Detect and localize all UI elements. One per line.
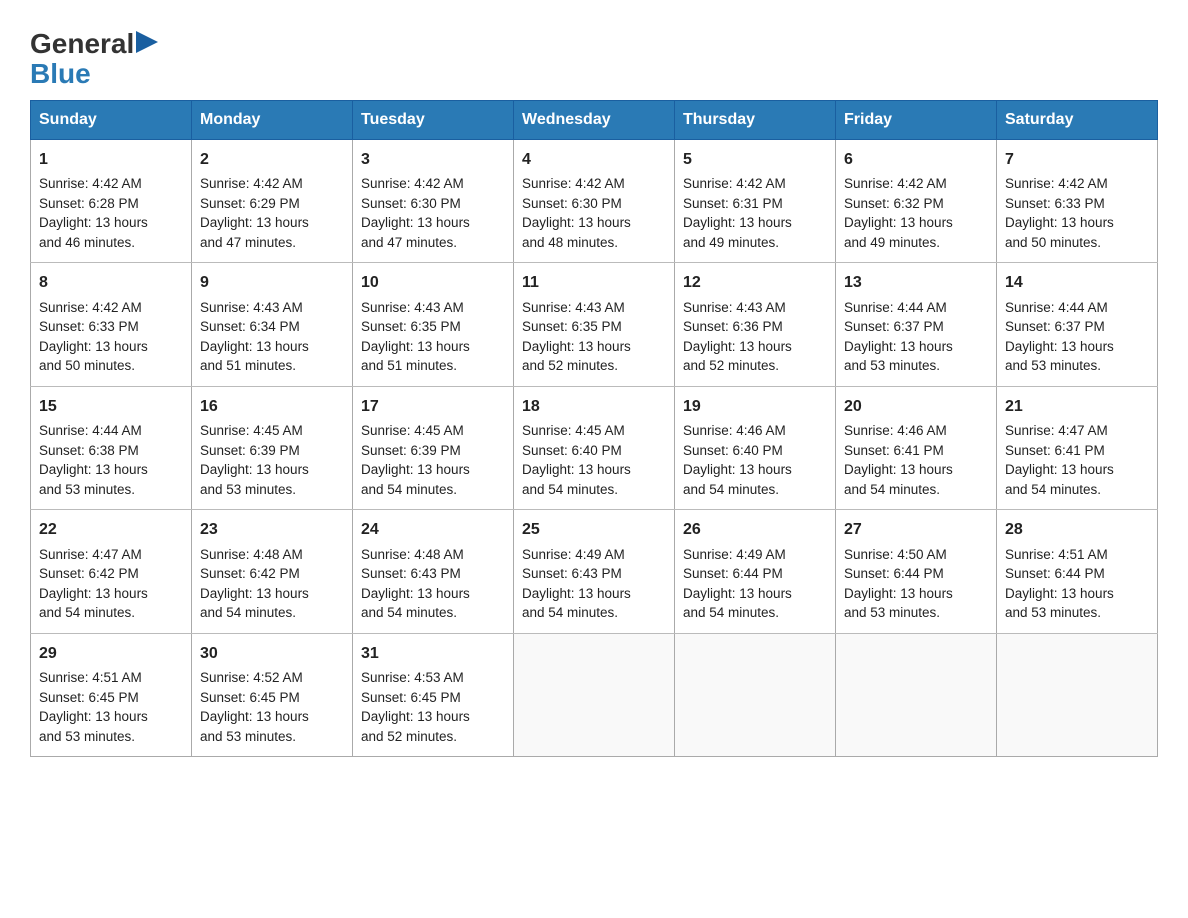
- logo-blue: Blue: [30, 58, 91, 89]
- day-number: 24: [361, 518, 505, 541]
- day-number: 13: [844, 271, 988, 294]
- calendar-cell: 25Sunrise: 4:49 AMSunset: 6:43 PMDayligh…: [514, 510, 675, 633]
- calendar-header-wednesday: Wednesday: [514, 101, 675, 140]
- day-number: 19: [683, 395, 827, 418]
- logo-arrow-icon: [136, 31, 158, 53]
- day-number: 7: [1005, 148, 1149, 171]
- day-number: 3: [361, 148, 505, 171]
- calendar-cell: 11Sunrise: 4:43 AMSunset: 6:35 PMDayligh…: [514, 263, 675, 386]
- day-number: 21: [1005, 395, 1149, 418]
- day-number: 29: [39, 642, 183, 665]
- calendar-header-sunday: Sunday: [31, 101, 192, 140]
- day-number: 10: [361, 271, 505, 294]
- day-number: 8: [39, 271, 183, 294]
- calendar-cell: 6Sunrise: 4:42 AMSunset: 6:32 PMDaylight…: [836, 140, 997, 263]
- calendar-header-monday: Monday: [192, 101, 353, 140]
- calendar-header-tuesday: Tuesday: [353, 101, 514, 140]
- calendar-cell: 16Sunrise: 4:45 AMSunset: 6:39 PMDayligh…: [192, 386, 353, 509]
- day-number: 22: [39, 518, 183, 541]
- calendar-cell: 4Sunrise: 4:42 AMSunset: 6:30 PMDaylight…: [514, 140, 675, 263]
- calendar-cell: 18Sunrise: 4:45 AMSunset: 6:40 PMDayligh…: [514, 386, 675, 509]
- day-number: 20: [844, 395, 988, 418]
- day-number: 11: [522, 271, 666, 294]
- calendar-week-row: 22Sunrise: 4:47 AMSunset: 6:42 PMDayligh…: [31, 510, 1158, 633]
- calendar-cell: 23Sunrise: 4:48 AMSunset: 6:42 PMDayligh…: [192, 510, 353, 633]
- calendar-cell: 26Sunrise: 4:49 AMSunset: 6:44 PMDayligh…: [675, 510, 836, 633]
- calendar-table: SundayMondayTuesdayWednesdayThursdayFrid…: [30, 100, 1158, 757]
- calendar-cell: [514, 633, 675, 756]
- calendar-header-thursday: Thursday: [675, 101, 836, 140]
- calendar-cell: 20Sunrise: 4:46 AMSunset: 6:41 PMDayligh…: [836, 386, 997, 509]
- calendar-cell: 21Sunrise: 4:47 AMSunset: 6:41 PMDayligh…: [997, 386, 1158, 509]
- calendar-cell: 9Sunrise: 4:43 AMSunset: 6:34 PMDaylight…: [192, 263, 353, 386]
- calendar-cell: [836, 633, 997, 756]
- calendar-cell: 12Sunrise: 4:43 AMSunset: 6:36 PMDayligh…: [675, 263, 836, 386]
- day-number: 9: [200, 271, 344, 294]
- calendar-header-saturday: Saturday: [997, 101, 1158, 140]
- logo: General Blue: [30, 30, 158, 90]
- day-number: 23: [200, 518, 344, 541]
- day-number: 14: [1005, 271, 1149, 294]
- calendar-week-row: 8Sunrise: 4:42 AMSunset: 6:33 PMDaylight…: [31, 263, 1158, 386]
- calendar-cell: 19Sunrise: 4:46 AMSunset: 6:40 PMDayligh…: [675, 386, 836, 509]
- day-number: 4: [522, 148, 666, 171]
- calendar-cell: 24Sunrise: 4:48 AMSunset: 6:43 PMDayligh…: [353, 510, 514, 633]
- calendar-cell: 5Sunrise: 4:42 AMSunset: 6:31 PMDaylight…: [675, 140, 836, 263]
- day-number: 27: [844, 518, 988, 541]
- calendar-week-row: 15Sunrise: 4:44 AMSunset: 6:38 PMDayligh…: [31, 386, 1158, 509]
- calendar-cell: 22Sunrise: 4:47 AMSunset: 6:42 PMDayligh…: [31, 510, 192, 633]
- calendar-cell: 29Sunrise: 4:51 AMSunset: 6:45 PMDayligh…: [31, 633, 192, 756]
- day-number: 6: [844, 148, 988, 171]
- day-number: 1: [39, 148, 183, 171]
- calendar-cell: 28Sunrise: 4:51 AMSunset: 6:44 PMDayligh…: [997, 510, 1158, 633]
- day-number: 15: [39, 395, 183, 418]
- calendar-cell: 2Sunrise: 4:42 AMSunset: 6:29 PMDaylight…: [192, 140, 353, 263]
- calendar-cell: 30Sunrise: 4:52 AMSunset: 6:45 PMDayligh…: [192, 633, 353, 756]
- day-number: 18: [522, 395, 666, 418]
- calendar-cell: 27Sunrise: 4:50 AMSunset: 6:44 PMDayligh…: [836, 510, 997, 633]
- calendar-cell: 31Sunrise: 4:53 AMSunset: 6:45 PMDayligh…: [353, 633, 514, 756]
- calendar-cell: 10Sunrise: 4:43 AMSunset: 6:35 PMDayligh…: [353, 263, 514, 386]
- calendar-cell: 3Sunrise: 4:42 AMSunset: 6:30 PMDaylight…: [353, 140, 514, 263]
- day-number: 17: [361, 395, 505, 418]
- calendar-cell: 15Sunrise: 4:44 AMSunset: 6:38 PMDayligh…: [31, 386, 192, 509]
- calendar-cell: [997, 633, 1158, 756]
- calendar-cell: 14Sunrise: 4:44 AMSunset: 6:37 PMDayligh…: [997, 263, 1158, 386]
- day-number: 30: [200, 642, 344, 665]
- calendar-cell: 13Sunrise: 4:44 AMSunset: 6:37 PMDayligh…: [836, 263, 997, 386]
- day-number: 28: [1005, 518, 1149, 541]
- day-number: 31: [361, 642, 505, 665]
- day-number: 25: [522, 518, 666, 541]
- day-number: 2: [200, 148, 344, 171]
- calendar-cell: 7Sunrise: 4:42 AMSunset: 6:33 PMDaylight…: [997, 140, 1158, 263]
- calendar-cell: [675, 633, 836, 756]
- calendar-cell: 8Sunrise: 4:42 AMSunset: 6:33 PMDaylight…: [31, 263, 192, 386]
- calendar-week-row: 29Sunrise: 4:51 AMSunset: 6:45 PMDayligh…: [31, 633, 1158, 756]
- day-number: 12: [683, 271, 827, 294]
- calendar-cell: 17Sunrise: 4:45 AMSunset: 6:39 PMDayligh…: [353, 386, 514, 509]
- calendar-week-row: 1Sunrise: 4:42 AMSunset: 6:28 PMDaylight…: [31, 140, 1158, 263]
- logo-general: General: [30, 30, 134, 58]
- day-number: 16: [200, 395, 344, 418]
- calendar-header-row: SundayMondayTuesdayWednesdayThursdayFrid…: [31, 101, 1158, 140]
- day-number: 5: [683, 148, 827, 171]
- calendar-cell: 1Sunrise: 4:42 AMSunset: 6:28 PMDaylight…: [31, 140, 192, 263]
- calendar-header-friday: Friday: [836, 101, 997, 140]
- page-header: General Blue: [30, 20, 1158, 90]
- day-number: 26: [683, 518, 827, 541]
